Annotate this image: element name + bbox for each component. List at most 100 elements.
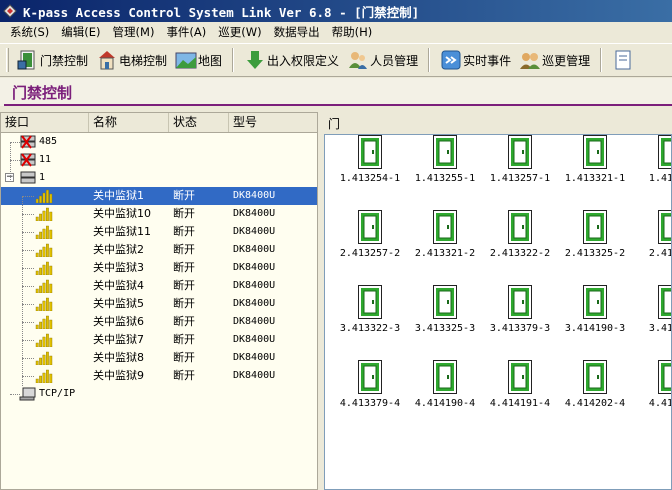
controller-status: 断开 [173, 207, 195, 220]
door-label: 3.413322-3 [339, 323, 401, 334]
door-item[interactable]: 4.414191-4 [481, 360, 557, 420]
controller-row[interactable]: 关中监狱10 断开 DK8400U [1, 205, 317, 223]
door-item[interactable]: 2.413257-2 [331, 210, 407, 270]
column-header-status[interactable]: 状态 [169, 113, 229, 132]
realtime-events-label: 实时事件 [463, 53, 512, 68]
signal-bars-icon [35, 189, 53, 203]
door-label: 4.413379-4 [339, 398, 401, 409]
door-item[interactable]: 1.413257-1 [481, 135, 557, 195]
door-control-button[interactable]: 门禁控制 [13, 46, 92, 74]
realtime-events-button[interactable]: 实时事件 [436, 46, 515, 74]
controller-row[interactable]: 关中监狱4 断开 DK8400U [1, 277, 317, 295]
controller-row[interactable]: 关中监狱8 断开 DK8400U [1, 349, 317, 367]
door-icon [358, 135, 382, 169]
door-item[interactable]: 3.413322-3 [331, 285, 407, 345]
port-row[interactable]: 485 [1, 133, 317, 151]
door-item[interactable]: 4.414190-4 [406, 360, 482, 420]
door-item[interactable]: 1.413254-1 [331, 135, 407, 195]
controller-row[interactable]: 关中监狱11 断开 DK8400U [1, 223, 317, 241]
tree-connector [22, 340, 34, 341]
door-item[interactable]: 1.413255-1 [406, 135, 482, 195]
controller-name: 关中监狱11 [93, 225, 151, 238]
controller-status: 断开 [173, 369, 195, 382]
tcp-ip-label: TCP/IP [39, 388, 76, 399]
column-header-port[interactable]: 接口 [1, 113, 89, 132]
toolbar-separator [232, 48, 235, 72]
controller-row[interactable]: 关中监狱2 断开 DK8400U [1, 241, 317, 259]
map-label: 地图 [198, 53, 223, 68]
tcp-ip-row[interactable]: TCP/IP [1, 385, 317, 403]
title-bar: K-pass Access Control System Link Ver 6.… [0, 0, 672, 22]
controller-name: 关中监狱3 [93, 261, 144, 274]
tree-connector [22, 196, 34, 197]
controller-row[interactable]: 关中监狱3 断开 DK8400U [1, 259, 317, 277]
door-icon [433, 285, 457, 319]
door-item[interactable]: 3.413379-3 [481, 285, 557, 345]
menu-patrol[interactable]: 巡更(W) [212, 23, 267, 42]
door-icon [583, 135, 607, 169]
door-item[interactable]: 1.41332 [631, 135, 671, 195]
controller-list-panel: 接口 名称 状态 型号 485 11 −1 关中监狱1 断开 DK8400U 关中监狱10 断… [0, 112, 318, 490]
door-icon [658, 360, 671, 394]
door-item[interactable]: 3.413325-3 [406, 285, 482, 345]
toolbar-separator [600, 48, 603, 72]
door-icon [658, 285, 671, 319]
personnel-button[interactable]: 人员管理 [343, 46, 422, 74]
network-icon [19, 387, 36, 401]
door-item[interactable]: 1.413321-1 [556, 135, 632, 195]
controller-status: 断开 [173, 297, 195, 310]
column-header-model[interactable]: 型号 [229, 113, 317, 132]
door-item[interactable]: 4.414202-4 [556, 360, 632, 420]
patrol-button[interactable]: 巡更管理 [515, 46, 594, 74]
menu-help[interactable]: 帮助(H) [326, 23, 379, 42]
toolbar-separator [428, 48, 431, 72]
door-icon [358, 210, 382, 244]
door-item[interactable]: 4.41429 [631, 360, 671, 420]
controller-row[interactable]: 关中监狱9 断开 DK8400U [1, 367, 317, 385]
controller-row[interactable]: 关中监狱6 断开 DK8400U [1, 313, 317, 331]
port-row[interactable]: −1 [1, 169, 317, 187]
door-icon [658, 135, 671, 169]
column-header-name[interactable]: 名称 [89, 113, 169, 132]
door-item[interactable]: 2.413322-2 [481, 210, 557, 270]
elevator-control-button[interactable]: 电梯控制 [92, 46, 171, 74]
app-icon [3, 4, 17, 18]
controller-model: DK8400U [233, 370, 276, 381]
controller-status: 断开 [173, 225, 195, 238]
signal-bars-icon [35, 297, 53, 311]
door-icon [358, 360, 382, 394]
controller-row[interactable]: 关中监狱1 断开 DK8400U [1, 187, 317, 205]
tree-connector [10, 142, 11, 180]
more-toolbar-button[interactable] [608, 46, 639, 74]
page-title: 门禁控制 [12, 84, 73, 102]
controller-model: DK8400U [233, 262, 276, 273]
door-label: 1.41332 [648, 173, 671, 184]
door-item[interactable]: 3.41419 [631, 285, 671, 345]
door-item[interactable]: 2.413321-2 [406, 210, 482, 270]
signal-bars-icon [35, 261, 53, 275]
controller-row[interactable]: 关中监狱5 断开 DK8400U [1, 295, 317, 313]
menu-system[interactable]: 系统(S) [4, 23, 55, 42]
menu-manage[interactable]: 管理(M) [107, 23, 161, 42]
door-item[interactable]: 2.41337 [631, 210, 671, 270]
toolbar-grip[interactable] [6, 48, 9, 72]
menu-data-export[interactable]: 数据导出 [268, 23, 326, 42]
controller-row[interactable]: 关中监狱7 断开 DK8400U [1, 331, 317, 349]
door-item[interactable]: 3.414190-3 [556, 285, 632, 345]
map-button[interactable]: 地图 [171, 46, 226, 74]
door-control-label: 门禁控制 [40, 53, 89, 68]
signal-bars-icon [35, 207, 53, 221]
door-grid: 1.413254-1 1.413255-1 1.413257-1 1.413321-1… [324, 134, 672, 490]
controller-model: DK8400U [233, 226, 276, 237]
controller-name: 关中监狱10 [93, 207, 151, 220]
title-underline [4, 104, 672, 106]
door-label: 3.413325-3 [414, 323, 476, 334]
port-row[interactable]: 11 [1, 151, 317, 169]
menu-events[interactable]: 事件(A) [160, 23, 212, 42]
controller-model: DK8400U [233, 190, 276, 201]
door-item[interactable]: 2.413325-2 [556, 210, 632, 270]
access-rights-button[interactable]: 出入权限定义 [240, 46, 343, 74]
door-item[interactable]: 4.413379-4 [331, 360, 407, 420]
door-label: 2.413321-2 [414, 248, 476, 259]
menu-edit[interactable]: 编辑(E) [55, 23, 106, 42]
